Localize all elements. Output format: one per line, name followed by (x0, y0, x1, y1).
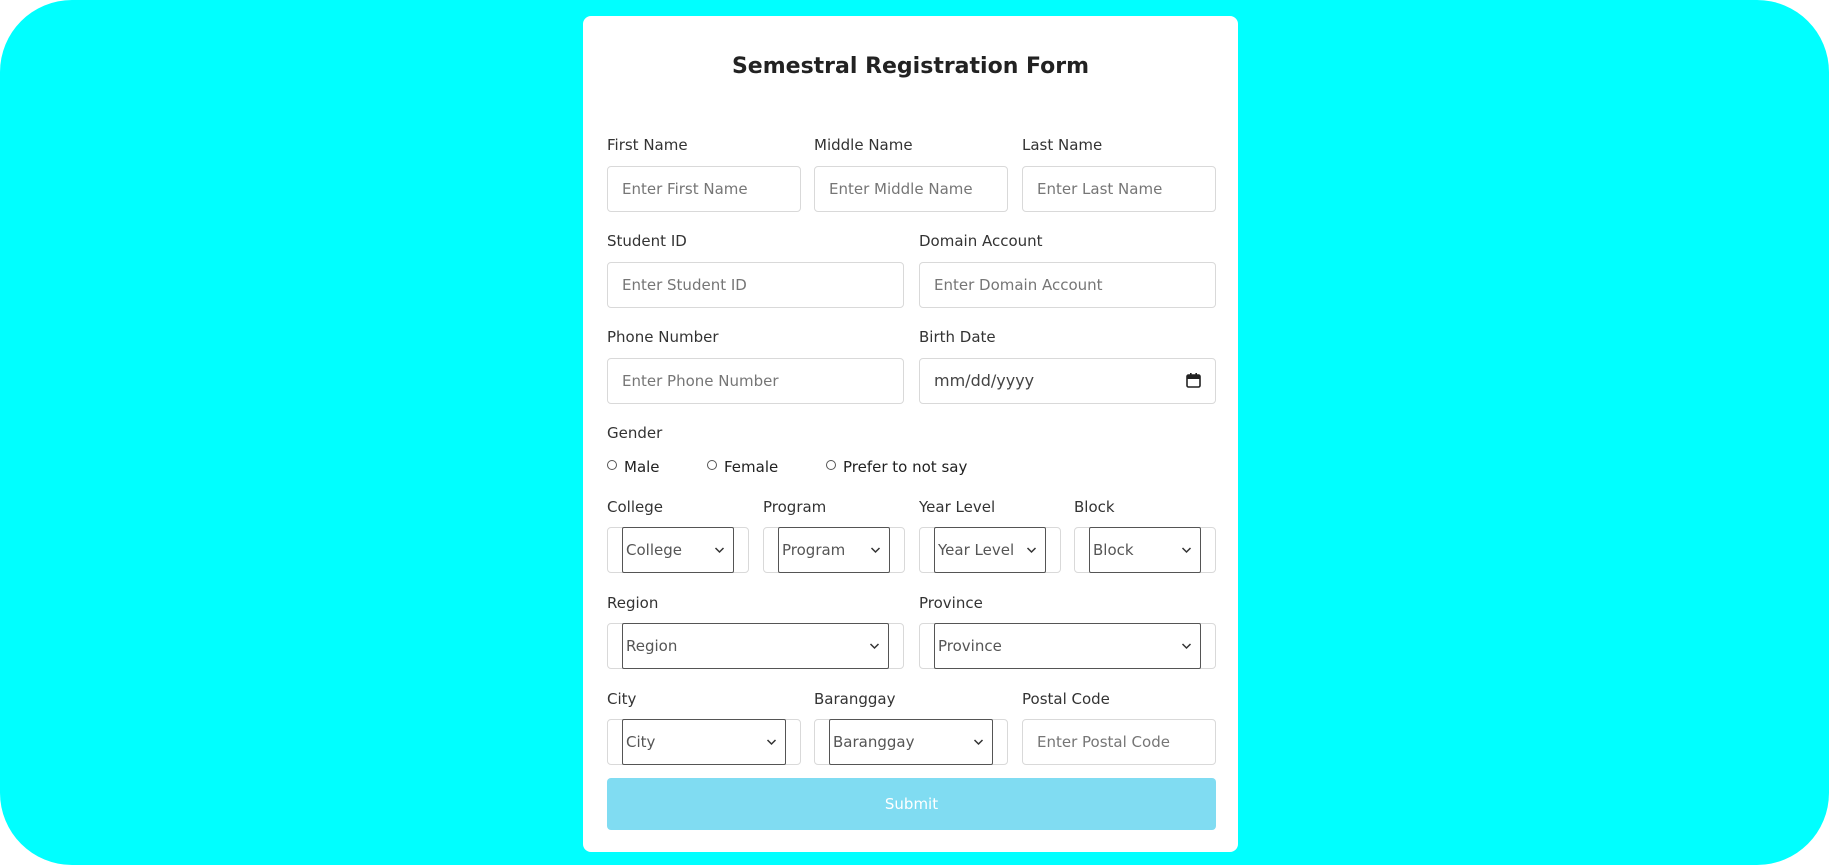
form-title: Semestral Registration Form (731, 54, 1090, 79)
first-name-label: First Name (607, 136, 688, 154)
college-selected-value: College (626, 541, 682, 559)
chevron-down-icon (766, 739, 777, 746)
middle-name-input[interactable] (815, 167, 1007, 211)
college-select[interactable]: College (622, 527, 734, 573)
domain-account-label: Domain Account (919, 232, 1043, 250)
chevron-down-icon (869, 643, 880, 650)
submit-button[interactable]: Submit (607, 778, 1216, 830)
college-label: College (607, 498, 663, 516)
block-select[interactable]: Block (1089, 527, 1201, 573)
registration-form-card: Semestral Registration Form First Name M… (583, 16, 1238, 852)
radio-label: Male (624, 458, 660, 476)
radio-circle-icon[interactable] (826, 460, 836, 470)
chevron-down-icon (1026, 547, 1037, 554)
program-field: Program (763, 527, 905, 573)
first-name-input[interactable] (608, 167, 800, 211)
postal-code-field (1022, 719, 1216, 765)
student-id-label: Student ID (607, 232, 687, 250)
year-level-select[interactable]: Year Level (934, 527, 1046, 573)
chevron-down-icon (973, 739, 984, 746)
province-field: Province (919, 623, 1216, 669)
program-selected-value: Program (782, 541, 846, 559)
block-label: Block (1074, 498, 1115, 516)
year-level-label: Year Level (919, 498, 996, 516)
barangay-select[interactable]: Baranggay (829, 719, 993, 765)
city-select[interactable]: City (622, 719, 786, 765)
calendar-icon[interactable] (1186, 373, 1201, 388)
year-level-field: Year Level (919, 527, 1061, 573)
block-selected-value: Block (1093, 541, 1134, 559)
program-select[interactable]: Program (778, 527, 890, 573)
region-select[interactable]: Region (622, 623, 889, 669)
last-name-field (1022, 166, 1216, 212)
city-field: City (607, 719, 801, 765)
phone-number-field (607, 358, 904, 404)
province-selected-value: Province (938, 637, 1002, 655)
birth-date-input[interactable]: mm/dd/yyyy (919, 358, 1216, 404)
student-id-field (607, 262, 904, 308)
chevron-down-icon (714, 547, 725, 554)
middle-name-field (814, 166, 1008, 212)
region-field: Region (607, 623, 904, 669)
page-background: Semestral Registration Form First Name M… (0, 0, 1829, 865)
birth-date-label: Birth Date (919, 328, 996, 346)
last-name-input[interactable] (1023, 167, 1215, 211)
block-field: Block (1074, 527, 1216, 573)
city-label: City (607, 690, 637, 708)
barangay-label: Baranggay (814, 690, 896, 708)
radio-circle-icon[interactable] (707, 460, 717, 470)
barangay-field: Baranggay (814, 719, 1008, 765)
first-name-field (607, 166, 801, 212)
birth-date-value: mm/dd/yyyy (934, 371, 1035, 390)
region-selected-value: Region (626, 637, 678, 655)
city-selected-value: City (626, 733, 656, 751)
province-label: Province (919, 594, 983, 612)
chevron-down-icon (1181, 547, 1192, 554)
radio-label: Prefer to not say (843, 458, 968, 476)
phone-number-label: Phone Number (607, 328, 719, 346)
domain-account-input[interactable] (920, 263, 1215, 307)
middle-name-label: Middle Name (814, 136, 913, 154)
last-name-label: Last Name (1022, 136, 1103, 154)
province-select[interactable]: Province (934, 623, 1201, 669)
postal-code-label: Postal Code (1022, 690, 1110, 708)
phone-number-input[interactable] (608, 359, 903, 403)
program-label: Program (763, 498, 827, 516)
postal-code-input[interactable] (1023, 720, 1215, 764)
student-id-input[interactable] (608, 263, 903, 307)
year-level-selected-value: Year Level (938, 541, 1015, 559)
college-field: College (607, 527, 749, 573)
radio-label: Female (724, 458, 779, 476)
domain-account-field (919, 262, 1216, 308)
gender-label: Gender (607, 424, 663, 442)
chevron-down-icon (870, 547, 881, 554)
radio-circle-icon[interactable] (607, 460, 617, 470)
chevron-down-icon (1181, 643, 1192, 650)
barangay-selected-value: Baranggay (833, 733, 915, 751)
region-label: Region (607, 594, 659, 612)
